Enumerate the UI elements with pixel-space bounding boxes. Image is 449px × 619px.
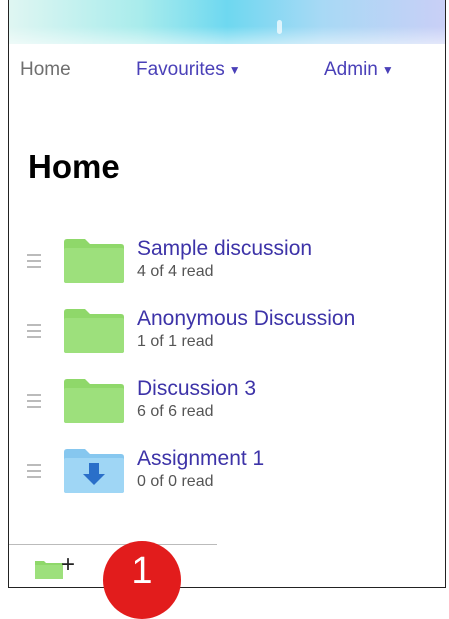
- banner-decoration: [277, 20, 282, 34]
- page-title: Home: [28, 148, 120, 185]
- add-folder-button[interactable]: +: [35, 552, 83, 581]
- chevron-down-icon: ▼: [381, 63, 394, 77]
- item-title-link[interactable]: Assignment 1: [137, 446, 264, 472]
- read-count: 0 of 0 read: [137, 473, 214, 490]
- drag-handle-icon[interactable]: [27, 464, 41, 478]
- list-item: Assignment 1 0 of 0 read: [9, 446, 445, 516]
- folder-icon[interactable]: [63, 236, 125, 284]
- nav-home[interactable]: Home: [20, 59, 71, 81]
- item-title-link[interactable]: Sample discussion: [137, 236, 312, 262]
- drag-handle-icon[interactable]: [27, 254, 41, 268]
- nav-admin-label: Admin: [324, 59, 378, 80]
- item-title-link[interactable]: Discussion 3: [137, 376, 256, 402]
- item-title-link[interactable]: Anonymous Discussion: [137, 306, 355, 332]
- folder-icon[interactable]: [63, 376, 125, 424]
- folder-icon[interactable]: [63, 306, 125, 354]
- list-item: Sample discussion 4 of 4 read: [9, 236, 445, 306]
- add-folder-icon: [35, 561, 63, 579]
- assignment-dropbox-icon[interactable]: [63, 446, 125, 494]
- drag-handle-icon[interactable]: [27, 324, 41, 338]
- app-frame: Home Favourites ▼ Admin ▼ Home Sample disc…: [8, 0, 446, 588]
- annotation-callout: 1: [103, 541, 181, 619]
- nav-favourites-label: Favourites: [136, 59, 225, 80]
- plus-icon: +: [61, 551, 76, 578]
- read-count: 1 of 1 read: [137, 333, 214, 350]
- read-count: 6 of 6 read: [137, 403, 214, 420]
- list-item: Discussion 3 6 of 6 read: [9, 376, 445, 446]
- nav-admin[interactable]: Admin ▼: [324, 59, 394, 81]
- drag-handle-icon[interactable]: [27, 394, 41, 408]
- chevron-down-icon: ▼: [228, 63, 241, 77]
- read-count: 4 of 4 read: [137, 263, 214, 280]
- nav-favourites[interactable]: Favourites ▼: [136, 59, 241, 81]
- top-nav: Home Favourites ▼ Admin ▼: [9, 44, 445, 92]
- header-banner-fade: [9, 0, 445, 44]
- list-item: Anonymous Discussion 1 of 1 read: [9, 306, 445, 376]
- annotation-number: 1: [131, 550, 153, 592]
